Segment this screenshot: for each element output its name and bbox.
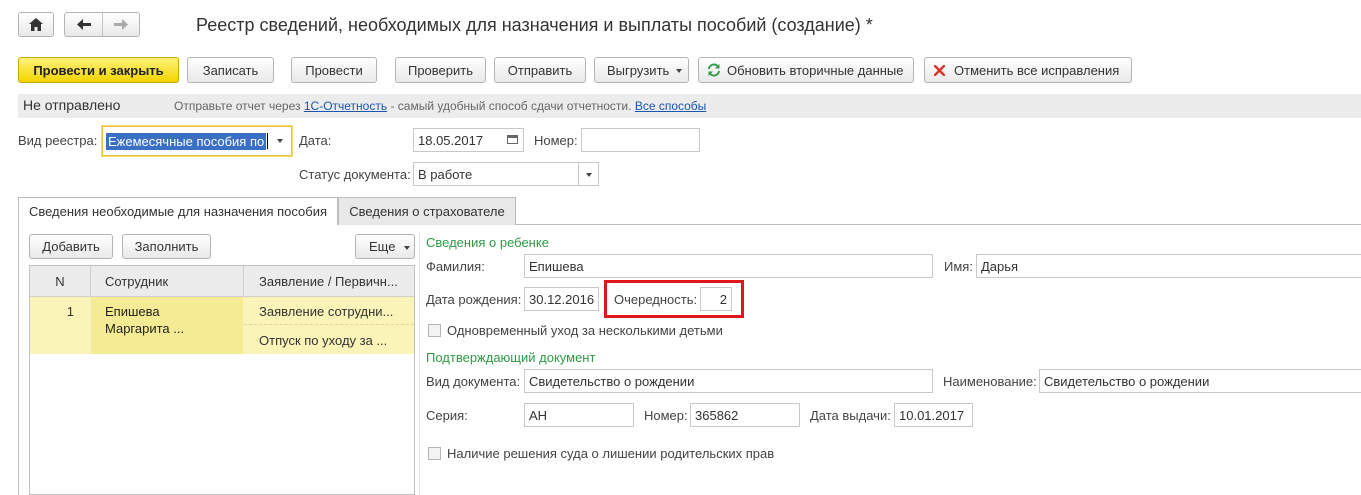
doc-status-value: В работе <box>418 166 473 182</box>
column-divider <box>90 266 91 297</box>
date-label: Дата: <box>299 133 332 148</box>
status-text: Не отправлено <box>23 97 121 113</box>
cancel-fixes-label: Отменить все исправления <box>954 62 1120 78</box>
surname-label: Фамилия: <box>426 259 485 274</box>
date-value: 18.05.2017 <box>418 132 484 148</box>
row-doc2: Отпуск по уходу за ... <box>259 333 388 348</box>
chevron-down-icon <box>277 139 283 143</box>
column-divider <box>243 266 244 297</box>
cancel-fixes-button[interactable]: Отменить все исправления <box>924 57 1132 83</box>
court-decision-label: Наличие решения суда о лишении родительс… <box>447 446 775 461</box>
registry-type-value: Ежемесячные пособия по <box>106 132 267 150</box>
document-section-title: Подтверждающий документ <box>426 350 596 365</box>
number-label: Номер: <box>534 133 578 148</box>
doc-name-label: Наименование: <box>943 374 1037 389</box>
export-label: Выгрузить <box>607 62 670 78</box>
issue-date-label: Дата выдачи: <box>810 408 891 423</box>
birth-date-label: Дата рождения: <box>426 292 522 307</box>
date-field[interactable]: 18.05.2017 <box>413 128 524 152</box>
home-icon <box>29 18 43 31</box>
post-and-close-button[interactable]: Провести и закрыть <box>18 57 179 83</box>
more-label: Еще <box>369 239 396 254</box>
row-doc1: Заявление сотрудни... <box>259 304 394 319</box>
tab-child-benefit-info[interactable]: Сведения необходимые для назначения посо… <box>18 197 338 225</box>
send-button[interactable]: Отправить <box>494 57 586 83</box>
cursor <box>267 133 269 149</box>
hint-prefix: Отправьте отчет через <box>174 99 301 113</box>
status-hint: Отправьте отчет через 1С-Отчетность - са… <box>174 99 706 113</box>
calendar-icon[interactable] <box>507 135 518 144</box>
tab-insurer-info[interactable]: Сведения о страхователе <box>338 197 516 225</box>
order-label: Очередность: <box>614 292 698 307</box>
column-header-n[interactable]: N <box>30 274 90 289</box>
hint-suffix: - самый удобный способ сдачи отчетности. <box>390 99 632 113</box>
refresh-icon <box>708 63 720 77</box>
table-row[interactable]: 1 Епишева Маргарита ... Заявление сотруд… <box>30 297 414 354</box>
surname-field[interactable]: Епишева <box>524 254 933 278</box>
history-nav <box>64 12 140 37</box>
employees-table: N Сотрудник Заявление / Первичн... 1 Епи… <box>29 265 415 495</box>
doc-type-label: Вид документа: <box>426 374 521 389</box>
simultaneous-care-label: Одновременный уход за несколькими детьми <box>447 323 723 338</box>
save-button[interactable]: Записать <box>187 57 274 83</box>
chevron-down-icon <box>676 69 682 73</box>
close-icon <box>934 64 945 76</box>
doc-name-field[interactable]: Свидетельство о рождении <box>1039 369 1361 393</box>
doc-type-field[interactable]: Свидетельство о рождении <box>524 369 933 393</box>
forward-arrow-icon[interactable] <box>103 19 139 30</box>
registry-type-select[interactable]: Ежемесячные пособия по <box>102 126 292 156</box>
doc-number-field[interactable]: 365862 <box>690 403 800 427</box>
birth-date-field[interactable]: 30.12.2016 <box>524 287 599 311</box>
dropdown-divider <box>578 163 579 185</box>
order-value: 2 <box>719 291 727 307</box>
all-methods-link[interactable]: Все способы <box>635 99 707 113</box>
name-label: Имя: <box>944 259 973 274</box>
post-button[interactable]: Провести <box>291 57 377 83</box>
check-button[interactable]: Проверить <box>395 57 486 83</box>
add-button[interactable]: Добавить <box>29 234 113 259</box>
doc-status-select[interactable]: В работе <box>413 162 599 186</box>
panel-divider <box>419 232 420 495</box>
export-button[interactable]: Выгрузить <box>594 57 689 83</box>
more-button[interactable]: Еще <box>355 234 415 259</box>
refresh-label: Обновить вторичные данные <box>727 62 904 78</box>
window-title: Реестр сведений, необходимых для назначе… <box>196 15 873 35</box>
home-button[interactable] <box>18 12 54 37</box>
fill-button[interactable]: Заполнить <box>122 234 211 259</box>
court-decision-checkbox[interactable] <box>428 447 441 460</box>
series-label: Серия: <box>426 408 468 423</box>
registry-type-label: Вид реестра: <box>18 133 98 148</box>
issue-date-field[interactable]: 10.01.2017 <box>894 403 973 427</box>
order-field[interactable]: 2 <box>700 287 732 311</box>
simultaneous-care-checkbox[interactable] <box>428 324 441 337</box>
chevron-down-icon <box>404 246 410 250</box>
number-field[interactable] <box>581 128 700 152</box>
table-header: N Сотрудник Заявление / Первичн... <box>30 266 414 297</box>
back-arrow-icon[interactable] <box>65 13 104 36</box>
row-employee-line2: Маргарита ... <box>105 321 185 336</box>
column-header-application[interactable]: Заявление / Первичн... <box>259 274 398 289</box>
row-separator <box>244 324 414 325</box>
service-link[interactable]: 1С-Отчетность <box>304 99 387 113</box>
row-number: 1 <box>66 304 74 319</box>
series-field[interactable]: АН <box>524 403 634 427</box>
child-section-title: Сведения о ребенке <box>426 235 549 250</box>
doc-number-label: Номер: <box>644 408 688 423</box>
row-employee-line1: Епишева <box>105 304 160 319</box>
doc-status-label: Статус документа: <box>299 167 411 182</box>
name-field[interactable]: Дарья <box>976 254 1361 278</box>
refresh-secondary-button[interactable]: Обновить вторичные данные <box>698 57 914 83</box>
chevron-down-icon <box>586 173 592 177</box>
column-header-employee[interactable]: Сотрудник <box>105 274 168 289</box>
